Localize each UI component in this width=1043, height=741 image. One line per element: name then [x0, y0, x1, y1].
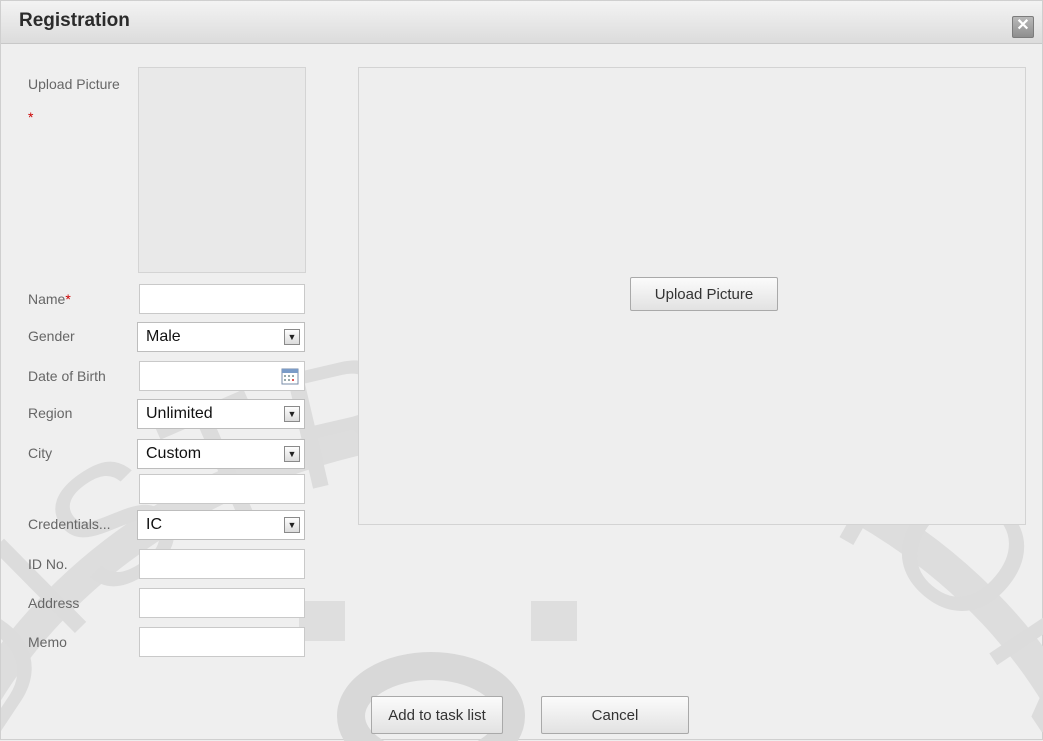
- id-input[interactable]: [139, 549, 305, 579]
- dob-label: Date of Birth: [28, 368, 106, 384]
- city-label: City: [28, 445, 53, 461]
- name-label-text: Name: [28, 291, 66, 307]
- name-required-mark: *: [65, 291, 71, 307]
- title-bar: Registration ✕: [1, 1, 1042, 44]
- chevron-down-icon[interactable]: ▼: [284, 446, 300, 462]
- region-value: Unlimited: [146, 405, 213, 422]
- upload-required-mark: *: [28, 109, 34, 125]
- city-value: Custom: [146, 445, 202, 462]
- credentials-label: Credentials...: [28, 516, 111, 532]
- dialog-title: Registration: [19, 10, 130, 31]
- close-icon[interactable]: ✕: [1012, 16, 1034, 38]
- registration-dialog: DISTRIBUTION Registration ✕ Upload Pictu…: [0, 0, 1043, 741]
- gender-value: Male: [146, 328, 181, 345]
- calendar-icon[interactable]: [281, 367, 299, 385]
- memo-input[interactable]: [139, 627, 305, 657]
- gender-label: Gender: [28, 328, 75, 344]
- region-label: Region: [28, 405, 73, 421]
- memo-label: Memo: [28, 634, 67, 650]
- id-label: ID No.: [28, 556, 68, 572]
- name-input[interactable]: [139, 284, 305, 314]
- chevron-down-icon[interactable]: ▼: [284, 406, 300, 422]
- upload-picture-label: Upload Picture: [28, 76, 120, 92]
- chevron-down-icon[interactable]: ▼: [284, 517, 300, 533]
- custom-city-input[interactable]: [139, 474, 305, 504]
- cancel-button[interactable]: Cancel: [541, 696, 689, 734]
- upload-picture-button[interactable]: Upload Picture: [630, 277, 778, 311]
- address-input[interactable]: [139, 588, 305, 618]
- credentials-select[interactable]: IC ▼: [137, 510, 305, 540]
- dob-field[interactable]: [139, 361, 305, 391]
- add-to-task-list-button[interactable]: Add to task list: [371, 696, 503, 734]
- address-label: Address: [28, 595, 80, 611]
- name-label: Name*: [28, 291, 71, 307]
- region-select[interactable]: Unlimited ▼: [137, 399, 305, 429]
- picture-preview-area: Upload Picture: [358, 67, 1026, 525]
- picture-thumbnail: [138, 67, 306, 273]
- credentials-value: IC: [146, 516, 162, 533]
- gender-select[interactable]: Male ▼: [137, 322, 305, 352]
- city-select[interactable]: Custom ▼: [137, 439, 305, 469]
- chevron-down-icon[interactable]: ▼: [284, 329, 300, 345]
